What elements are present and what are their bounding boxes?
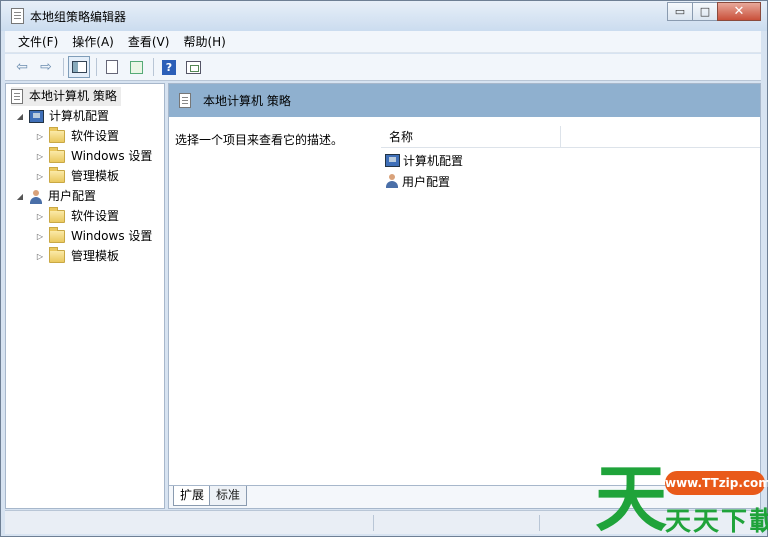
window-controls: ▭ □ ✕ bbox=[667, 2, 761, 21]
expander-icon[interactable]: ▷ bbox=[35, 167, 45, 186]
item-list: 名称 计算机配置 用户配置 bbox=[381, 117, 760, 485]
toolbar-separator bbox=[63, 58, 64, 76]
folder-icon bbox=[49, 227, 65, 243]
tree-item-label: Windows 设置 bbox=[71, 229, 153, 243]
watermark-badge: www.TTzip.com bbox=[665, 471, 768, 495]
details-pane: 本地计算机 策略 选择一个项目来查看它的描述。 名称 计算机配置 用户配置 扩展… bbox=[168, 83, 761, 509]
tree-item-label: 计算机配置 bbox=[49, 109, 110, 123]
list-item-computer-config[interactable]: 计算机配置 bbox=[385, 150, 463, 170]
main-window: 本地组策略编辑器 ▭ □ ✕ 文件(F) 操作(A) 查看(V) 帮助(H) ⇦… bbox=[0, 0, 768, 537]
maximize-button[interactable]: □ bbox=[692, 2, 718, 21]
help-button[interactable]: ? bbox=[158, 56, 180, 78]
menu-help[interactable]: 帮助(H) bbox=[176, 31, 232, 53]
expander-icon[interactable]: ▷ bbox=[35, 227, 45, 246]
computer-icon bbox=[385, 153, 400, 167]
details-header: 本地计算机 策略 bbox=[169, 84, 760, 117]
show-hide-tree-icon bbox=[71, 61, 87, 73]
expander-icon[interactable]: ▷ bbox=[35, 247, 45, 266]
policy-icon bbox=[11, 89, 23, 104]
folder-icon bbox=[49, 167, 65, 183]
policy-icon bbox=[179, 93, 191, 108]
expander-icon[interactable]: ▷ bbox=[35, 147, 45, 166]
computer-icon bbox=[29, 110, 44, 123]
tree-item-windows-settings[interactable]: ▷ Windows 设置 bbox=[35, 147, 152, 166]
folder-icon bbox=[49, 247, 65, 263]
show-action-pane-button[interactable] bbox=[182, 56, 204, 78]
tree-item-label: 管理模板 bbox=[71, 169, 120, 183]
user-icon bbox=[385, 174, 399, 188]
tree-item-admin-templates[interactable]: ▷ 管理模板 bbox=[35, 167, 119, 186]
tree-item-label: 软件设置 bbox=[71, 129, 120, 143]
column-header-name[interactable]: 名称 bbox=[381, 126, 561, 148]
show-action-pane-icon bbox=[185, 60, 201, 74]
list-item-user-config[interactable]: 用户配置 bbox=[385, 171, 450, 191]
watermark-logo: 天 bbox=[595, 457, 668, 537]
tree-pane: 本地计算机 策略 ◢ 计算机配置 ▷ 软件设置 ▷ Windows 设置 ▷ 管… bbox=[5, 83, 165, 509]
list-header: 名称 bbox=[381, 126, 760, 148]
back-arrow-icon[interactable]: ⇦ bbox=[11, 56, 33, 78]
tree-item-label: 软件设置 bbox=[71, 209, 120, 223]
tree-item-admin-templates[interactable]: ▷ 管理模板 bbox=[35, 247, 119, 266]
expander-icon[interactable]: ◢ bbox=[15, 107, 25, 126]
expander-icon[interactable]: ▷ bbox=[35, 127, 45, 146]
export-list-button[interactable] bbox=[125, 56, 147, 78]
close-button[interactable]: ✕ bbox=[717, 2, 761, 21]
toolbar-separator bbox=[153, 58, 154, 76]
tree-item-label: 管理模板 bbox=[71, 249, 120, 263]
menu-action[interactable]: 操作(A) bbox=[65, 31, 121, 53]
expander-icon[interactable]: ◢ bbox=[15, 187, 25, 206]
minimize-button[interactable]: ▭ bbox=[667, 2, 693, 21]
list-item-label: 用户配置 bbox=[402, 174, 451, 189]
watermark-text: 天天下載 bbox=[665, 507, 768, 537]
tree-item-windows-settings[interactable]: ▷ Windows 设置 bbox=[35, 227, 152, 246]
folder-icon bbox=[49, 207, 65, 223]
menu-bar: 文件(F) 操作(A) 查看(V) 帮助(H) bbox=[5, 31, 761, 53]
tab-extended[interactable]: 扩展 bbox=[173, 486, 212, 506]
properties-button[interactable] bbox=[101, 56, 123, 78]
tree-item-label: 用户配置 bbox=[48, 189, 97, 203]
policy-app-icon bbox=[11, 8, 24, 24]
help-icon: ? bbox=[162, 59, 176, 75]
expander-icon[interactable]: ▷ bbox=[35, 207, 45, 226]
toolbar: ⇦ ⇨ ? bbox=[5, 54, 761, 81]
tree-root-label: 本地计算机 策略 bbox=[29, 89, 117, 103]
status-divider bbox=[539, 515, 540, 531]
toolbar-separator bbox=[96, 58, 97, 76]
export-list-icon bbox=[129, 60, 143, 74]
properties-icon bbox=[106, 60, 118, 74]
menu-view[interactable]: 查看(V) bbox=[121, 31, 177, 53]
status-divider bbox=[373, 515, 374, 531]
folder-icon bbox=[49, 147, 65, 163]
description-area: 选择一个项目来查看它的描述。 bbox=[169, 117, 381, 485]
show-hide-tree-button[interactable] bbox=[68, 56, 90, 78]
menu-file[interactable]: 文件(F) bbox=[5, 31, 65, 53]
folder-icon bbox=[49, 127, 65, 143]
details-title: 本地计算机 策略 bbox=[203, 94, 291, 108]
description-text: 选择一个项目来查看它的描述。 bbox=[175, 133, 344, 147]
user-icon bbox=[29, 189, 43, 204]
tree-item-user-config[interactable]: ◢ 用户配置 bbox=[15, 187, 96, 206]
list-item-label: 计算机配置 bbox=[403, 153, 464, 168]
tab-standard[interactable]: 标准 bbox=[209, 486, 248, 506]
forward-arrow-icon[interactable]: ⇨ bbox=[35, 56, 57, 78]
title-bar[interactable]: 本地组策略编辑器 ▭ □ ✕ bbox=[1, 1, 767, 31]
window-title: 本地组策略编辑器 bbox=[30, 10, 127, 24]
tree-item-software-settings[interactable]: ▷ 软件设置 bbox=[35, 207, 119, 226]
tree-item-label: Windows 设置 bbox=[71, 149, 153, 163]
tree-root[interactable]: 本地计算机 策略 bbox=[11, 87, 121, 106]
tree-item-computer-config[interactable]: ◢ 计算机配置 bbox=[15, 107, 109, 126]
tree-item-software-settings[interactable]: ▷ 软件设置 bbox=[35, 127, 119, 146]
